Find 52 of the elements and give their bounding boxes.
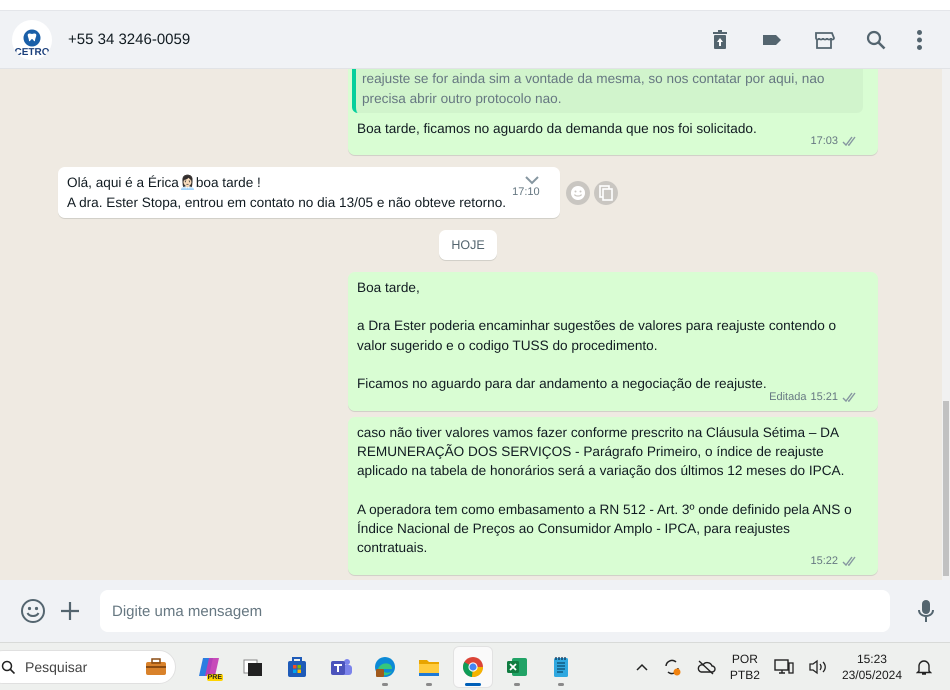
- tooth-icon: [22, 28, 42, 46]
- incoming-message[interactable]: Olá, aqui é a Érica👩🏻‍💼boa tarde ! A dra. Ester Stopa, entrou em contato no dia 13/05 e não obteve retorno. 17:10: [58, 167, 560, 218]
- message-time: 17:10: [512, 185, 540, 200]
- store-icon: [285, 654, 309, 678]
- search-icon: [1, 660, 15, 674]
- contact-name[interactable]: +55 34 3246-0059: [68, 31, 705, 48]
- search-input[interactable]: Pesquisar: [23, 658, 137, 676]
- clock-time: 15:23: [856, 650, 887, 666]
- scrollbar-thumb[interactable]: [943, 401, 949, 576]
- message-input[interactable]: Digite uma mensagem: [100, 590, 890, 632]
- keyboard-layout: PTB2: [730, 666, 760, 682]
- bell-icon[interactable]: [916, 658, 932, 676]
- smiley-icon: [20, 598, 46, 624]
- chrome-icon: [461, 654, 485, 678]
- scrollbar[interactable]: [942, 69, 950, 580]
- plus-icon: [60, 601, 80, 621]
- chevron-down-icon[interactable]: [524, 175, 540, 186]
- briefcase-icon: [145, 658, 167, 676]
- chevron-up-icon[interactable]: [636, 662, 648, 670]
- taskbar-app-button[interactable]: [454, 646, 492, 686]
- language-code: POR: [732, 650, 758, 666]
- outgoing-message[interactable]: [348, 416, 878, 575]
- message-text: Boa tarde, ficamos no aguardo da demanda que nos foi solicitado.: [357, 120, 758, 138]
- language-indicator[interactable]: POR PTB2: [730, 650, 760, 682]
- search-icon: [865, 28, 887, 50]
- double-check-icon: [842, 136, 858, 148]
- network-icon[interactable]: [774, 658, 794, 676]
- microphone-icon: [918, 599, 934, 623]
- copy-icon: [598, 184, 613, 201]
- outgoing-message[interactable]: reajuste se for ainda sim a vontade da mesma, so nos contatar por aqui, nao precisa abrir outro protocolo nao. Boa tarde, ficamos no aguardo da demanda que nos foi solicitado. 17:03: [348, 69, 878, 156]
- cloud-offline-icon[interactable]: [696, 658, 716, 674]
- outgoing-message[interactable]: [348, 272, 878, 411]
- speaker-icon[interactable]: [808, 658, 828, 674]
- menu-icon: [917, 28, 922, 50]
- message-text: caso não tiver valores vamos fazer conforme prescrito na Cláusula Sétima – DA REMUNERAÇÃO DOS SERVIÇOS - Parágrafo Primeiro, o índice de reajuste aplicado na tabela de honorários será a variação dos últimos 12 meses do IPCA. A operadora tem como embasamento a RN 512 - Art. 3º onde definido pela ANS o Índice Nacional de Preços ao Consumidor Amplo - IPCA, para reajustes contratuais.: [357, 424, 853, 556]
- message-time: 17:03: [810, 134, 838, 150]
- voice-button[interactable]: [918, 599, 934, 623]
- clock-date: 23/05/2024: [842, 666, 902, 682]
- edge-icon: [373, 654, 397, 678]
- quoted-message[interactable]: reajuste se for ainda sim a vontade da mesma, so nos contatar por aqui, nao precisa abrir outro protocolo nao.: [352, 69, 863, 113]
- smiley-icon: [570, 184, 586, 201]
- message-time: 15:22: [810, 554, 838, 569]
- message-time: 15:21: [810, 390, 838, 405]
- message-text: Olá, aqui é a Érica👩🏻‍💼boa tarde ! A dra. Ester Stopa, entrou em contato no dia 13/05 e não obteve retorno.: [67, 174, 506, 212]
- attach-button[interactable]: [60, 601, 80, 621]
- message-text: Boa tarde, a Dra Ester poderia encaminhar sugestões de valores para reajuste contendo o valor sugerido e o codigo TUSS do procedimento. Ficamos no aguardo para dar andamento a negociação de reajuste.: [357, 278, 838, 392]
- taskbar-search[interactable]: Pesquisar: [0, 650, 176, 684]
- edited-label: Editada: [769, 390, 806, 405]
- double-check-icon: [842, 392, 858, 403]
- clock[interactable]: 15:23 23/05/2024: [842, 650, 902, 682]
- emoji-button[interactable]: [20, 598, 46, 624]
- double-check-icon: [842, 556, 858, 567]
